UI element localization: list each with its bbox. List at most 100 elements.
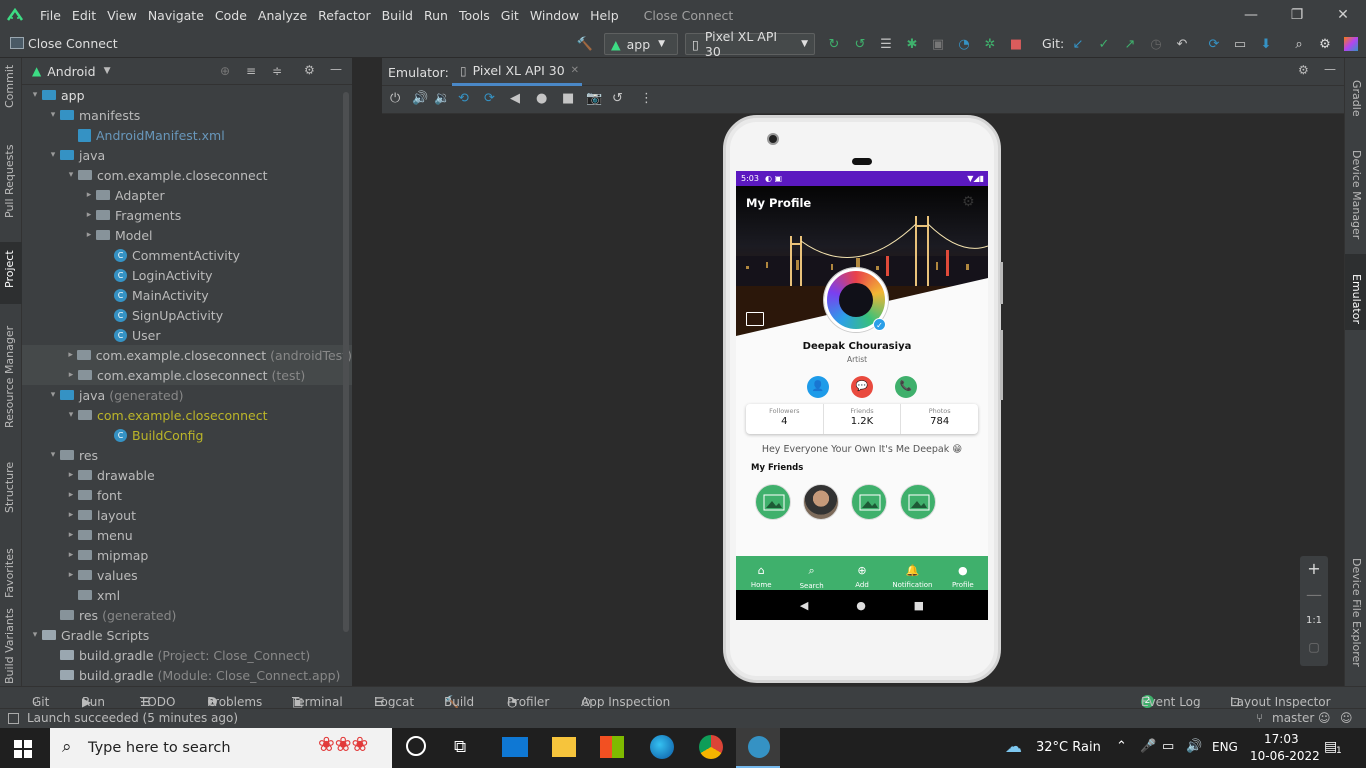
tree-item[interactable]: ▸ Fragments [22,205,352,225]
menu-tools[interactable]: Tools [459,8,490,23]
zoom-actual-button[interactable]: 1:1 [1300,608,1328,634]
git-update-icon[interactable]: ↙ [1069,35,1087,53]
attach-icon[interactable]: ▣ [929,35,947,53]
add-friend-button[interactable]: 👤 [807,376,829,398]
expand-all-icon[interactable]: ≡ [246,64,256,78]
zoom-in-button[interactable]: + [1300,556,1328,582]
tree-item[interactable]: ▾ Gradle Scripts [22,625,352,645]
home-icon[interactable]: ● [536,91,547,106]
tree-item[interactable]: ▾ com.example.closeconnect [22,165,352,185]
chevron-right-icon[interactable]: ▸ [64,470,78,480]
git-branch[interactable]: master [1272,711,1314,725]
network-icon[interactable]: ▭ [1162,739,1174,754]
tree-item[interactable]: ▸ drawable [22,465,352,485]
tree-item[interactable]: ▸ font [22,485,352,505]
menu-window[interactable]: Window [530,8,579,23]
collapse-all-icon[interactable]: ≑ [272,64,282,78]
friend-avatar[interactable] [900,484,936,520]
tree-item[interactable]: ▸ com.example.closeconnect (test) [22,365,352,385]
tree-item[interactable]: C LoginActivity [22,265,352,285]
hide-panel-icon[interactable]: — [1324,62,1336,76]
tree-item[interactable]: C CommentActivity [22,245,352,265]
microphone-icon[interactable]: 🎤 [1140,739,1156,754]
stop-icon[interactable]: ■ [1007,35,1025,53]
power-icon[interactable]: ⏻ [390,91,400,106]
volume-icon[interactable]: 🔊 [1186,739,1202,754]
debug-bug-icon[interactable]: ✱ [903,35,921,53]
tree-item[interactable]: C User [22,325,352,345]
back-icon[interactable]: ◀ [510,91,520,106]
jetbrains-icon[interactable] [1342,35,1360,53]
tree-item[interactable]: C MainActivity [22,285,352,305]
tool-project[interactable]: Project [3,250,16,288]
more-icon[interactable]: ⋮ [640,91,653,106]
run-config-select[interactable]: ▲ app ▼ [604,33,678,55]
gear-icon[interactable]: ⚙ [1316,35,1334,53]
file-explorer-icon[interactable] [552,737,576,757]
stat-friends[interactable]: Friends 1.2K [824,404,902,434]
tree-item[interactable]: ▾ java [22,145,352,165]
list-icon[interactable]: ☰ [877,35,895,53]
memory-indicator-icon[interactable]: ☺ [1340,711,1353,725]
tree-item[interactable]: ▸ com.example.closeconnect (androidTest) [22,345,352,365]
chevron-right-icon[interactable]: ▸ [64,370,78,380]
apply-changes-icon[interactable]: ↺ [851,35,869,53]
hide-panel-icon[interactable]: — [330,62,342,76]
tree-item[interactable]: C SignUpActivity [22,305,352,325]
status-square-icon[interactable] [8,713,19,724]
status-message[interactable]: Launch succeeded (5 minutes ago) [27,711,238,725]
chevron-down-icon[interactable]: ▾ [28,90,42,100]
message-button[interactable]: 💬 [851,376,873,398]
tool-device-file-explorer[interactable]: Device File Explorer [1350,558,1363,667]
tree-item[interactable]: ▸ values [22,565,352,585]
chevron-down-icon[interactable]: ▼ [104,66,111,76]
bottom-nav-home[interactable]: ⌂ Home [736,556,786,590]
tree-item[interactable]: res (generated) [22,605,352,625]
task-view-icon[interactable]: ⧉ [454,737,466,757]
overview-icon[interactable]: ■ [562,91,574,106]
tree-item[interactable]: ▸ mipmap [22,545,352,565]
friend-avatar[interactable] [755,484,791,520]
rollback-icon[interactable]: ↶ [1173,35,1191,53]
smiley-icon[interactable]: ☺ [1318,711,1331,725]
restore-button[interactable]: ❐ [1274,0,1320,30]
chevron-down-icon[interactable]: ▾ [46,110,60,120]
menu-git[interactable]: Git [501,8,519,23]
menu-file[interactable]: File [40,8,61,23]
tree-item[interactable]: ▾ manifests [22,105,352,125]
device-manager-icon[interactable]: ▭ [1231,35,1249,53]
friend-avatar[interactable] [803,484,839,520]
rerun-icon[interactable]: ↻ [825,35,843,53]
chrome-icon[interactable] [699,735,723,759]
tool-device-manager[interactable]: Device Manager [1350,150,1363,239]
chevron-right-icon[interactable]: ▸ [64,490,78,500]
snapshot-icon[interactable]: ↺ [612,91,623,106]
menu-code[interactable]: Code [215,8,247,23]
volume-up-icon[interactable]: 🔊 [412,91,428,106]
android-studio-taskbar-icon[interactable] [736,728,780,768]
stat-photos[interactable]: Photos 784 [901,404,978,434]
chevron-right-icon[interactable]: ▸ [64,510,78,520]
volume-down-icon[interactable]: 🔉 [434,91,450,106]
clock-date[interactable]: 10-06-2022 [1250,749,1320,763]
minimize-button[interactable]: — [1228,0,1274,30]
close-window-button[interactable]: ✕ [1320,0,1366,30]
bottom-nav-notification[interactable]: 🔔 Notification [887,556,937,590]
store-icon[interactable] [600,736,624,758]
menu-analyze[interactable]: Analyze [258,8,307,23]
tree-item[interactable]: build.gradle (Module: Close_Connect.app) [22,665,352,685]
chevron-right-icon[interactable]: ▸ [64,530,78,540]
chevron-right-icon[interactable]: ▸ [82,190,96,200]
chevron-right-icon[interactable]: ▸ [64,550,78,560]
mail-icon[interactable] [502,737,528,757]
cortana-icon[interactable] [406,736,426,756]
close-tab-icon[interactable]: ✕ [571,65,579,76]
chevron-up-icon[interactable]: ⌃ [1116,739,1127,754]
breadcrumb[interactable]: Close Connect [28,36,118,51]
tab-emulator-device[interactable]: ▯ Pixel XL API 30 ✕ [452,58,582,86]
locate-icon[interactable]: ⊕ [220,64,230,78]
menu-view[interactable]: View [107,8,137,23]
search-icon[interactable]: ⌕ [1290,35,1308,53]
chevron-right-icon[interactable]: ▸ [82,210,96,220]
tree-item[interactable]: ▾ app [22,85,352,105]
